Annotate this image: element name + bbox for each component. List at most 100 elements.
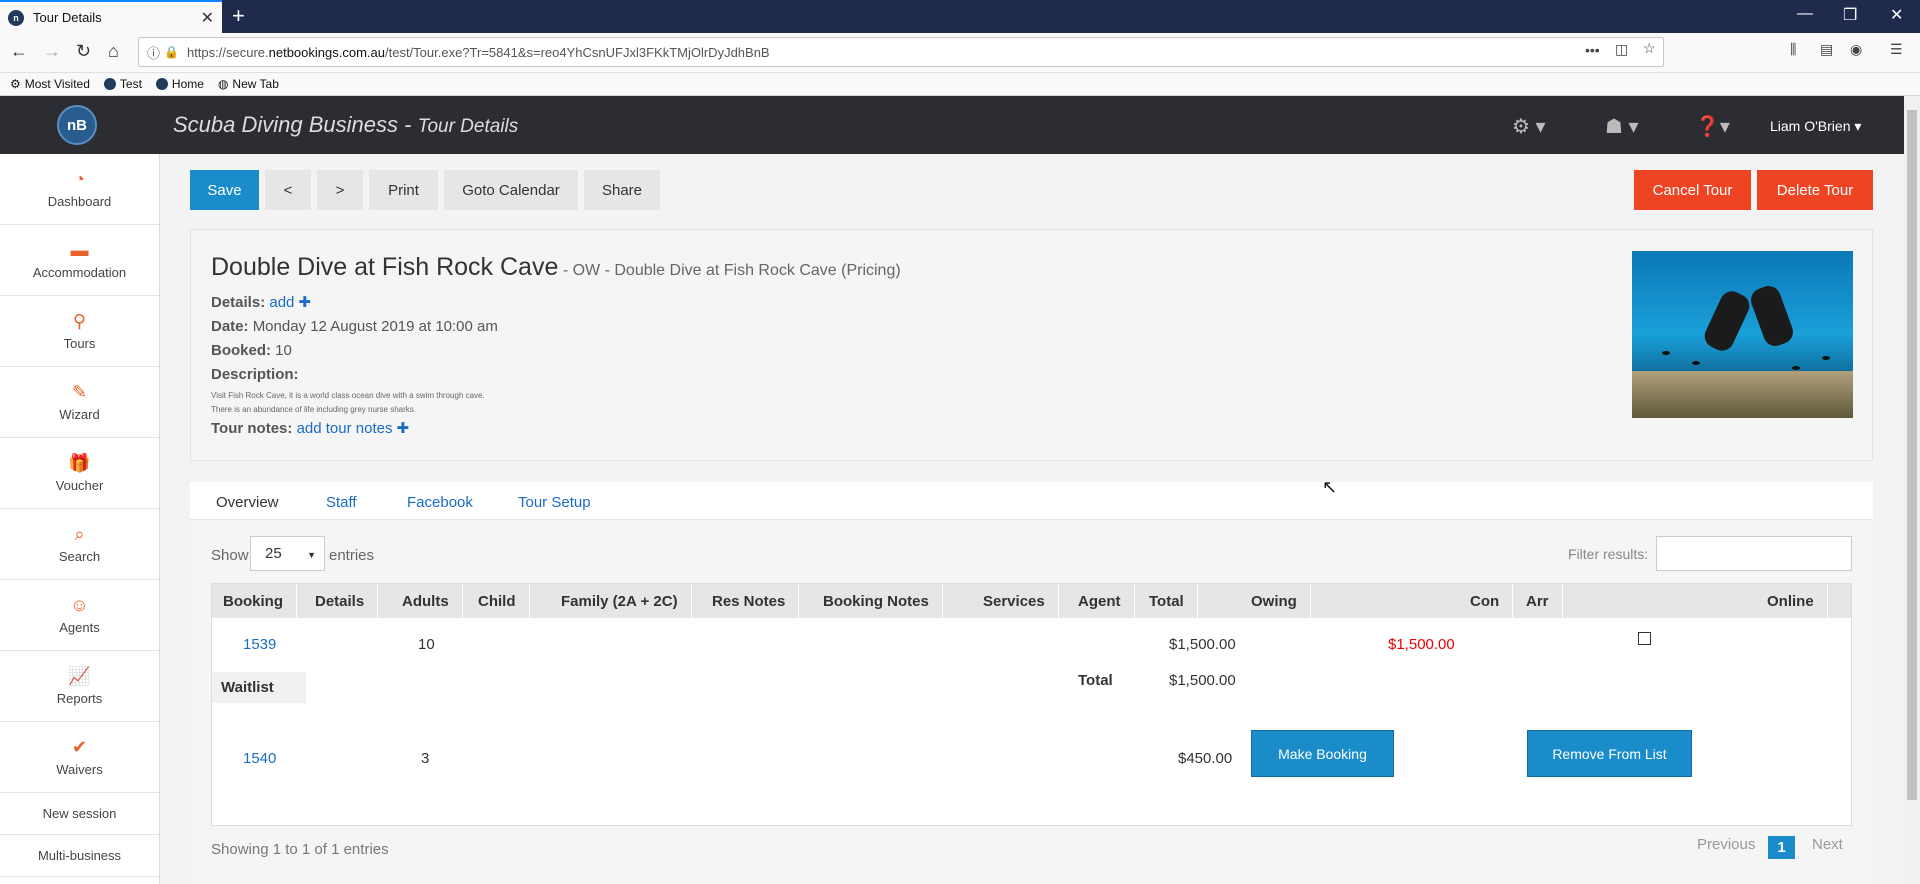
url-bar[interactable]: ⓘ 🔒 https://secure. netbookings.com.au/te… (138, 37, 1664, 67)
fish-shape (1662, 351, 1670, 355)
sidebar-item-wizard[interactable]: ✎ Wizard (0, 367, 159, 438)
col-owing[interactable]: Owing (1251, 584, 1311, 618)
bookmarks-bar: ⚙ Most Visited Test Home ◍ New Tab (0, 73, 1920, 96)
url-prefix: https://secure. (186, 44, 269, 60)
fish-shape (1822, 356, 1830, 360)
back-icon[interactable]: ← (10, 41, 28, 62)
bookmark-star-icon[interactable]: ☆ (1643, 40, 1656, 57)
sidebar-toggle-icon[interactable]: ▤ (1820, 41, 1833, 58)
next-tour-button[interactable]: > (317, 170, 363, 210)
sidebar-item-search[interactable]: ⌕ Search (0, 509, 159, 580)
previous-tour-button[interactable]: < (265, 170, 311, 210)
col-services[interactable]: Services (983, 584, 1059, 618)
favicon-icon (155, 78, 168, 90)
details-field: Details: add ✚ (211, 294, 312, 311)
favicon-icon (103, 78, 116, 90)
sidebar-item-tours[interactable]: ⚲ Tours (0, 296, 159, 367)
add-details-link[interactable]: add ✚ (269, 294, 311, 311)
home-icon[interactable]: ⌂ (108, 41, 119, 62)
sidebar-item-accommodation[interactable]: ▬ Accommodation (0, 225, 159, 296)
tour-notes-field: Tour notes: add tour notes ✚ (211, 420, 410, 437)
booking-link[interactable]: 1539 (243, 636, 276, 653)
user-menu[interactable]: Liam O'Brien ▾ (1770, 118, 1861, 135)
menu-icon[interactable]: ☰ (1890, 41, 1903, 58)
col-adults[interactable]: Adults (402, 584, 463, 618)
hanger-icon: ⚲ (72, 311, 87, 331)
filter-label: Filter results: (1568, 546, 1649, 562)
share-button[interactable]: Share (584, 170, 660, 210)
page-actions-icon[interactable]: ••• (1585, 42, 1600, 58)
remove-from-list-button[interactable]: Remove From List (1527, 730, 1692, 777)
previous-page-button[interactable]: Previous (1697, 836, 1755, 853)
col-con[interactable]: Con (1470, 584, 1514, 618)
close-window-icon[interactable]: ✕ (1890, 5, 1903, 25)
col-details[interactable]: Details (315, 584, 379, 618)
library-icon[interactable]: ⫼ (1790, 41, 1796, 58)
tab-facebook[interactable]: Facebook (407, 494, 473, 511)
waitlist-adults-value: 3 (421, 750, 430, 767)
col-arr[interactable]: Arr (1526, 584, 1562, 618)
fish-shape (1792, 366, 1800, 370)
sidebar-item-agents[interactable]: ☺ Agents (0, 580, 159, 651)
sidebar-item-reports[interactable]: 📈 Reports (0, 651, 159, 722)
bookmark-most-visited[interactable]: ⚙ Most Visited (10, 77, 90, 91)
sidebar-item-voucher[interactable]: 🎁 Voucher (0, 438, 159, 509)
info-icon[interactable]: ⓘ (147, 43, 160, 62)
waitlist-booking-link[interactable]: 1540 (243, 750, 276, 767)
help-icon[interactable]: ❓▾ (1695, 114, 1730, 139)
save-button[interactable]: Save (190, 170, 259, 210)
col-res-notes[interactable]: Res Notes (712, 584, 800, 618)
bed-icon: ▬ (70, 240, 89, 260)
tabs-bar: Overview Staff Facebook Tour Setup (190, 482, 1873, 520)
col-booking[interactable]: Booking (223, 584, 297, 618)
account-icon[interactable]: ◉ (1850, 41, 1862, 58)
next-page-button[interactable]: Next (1812, 836, 1843, 853)
page-1-button[interactable]: 1 (1768, 836, 1795, 859)
page-scrollbar[interactable] (1904, 96, 1920, 884)
forward-icon[interactable]: → (43, 41, 61, 62)
tab-close-icon[interactable]: ✕ (201, 8, 214, 28)
user-admin-icon[interactable]: ☗ ▾ (1605, 114, 1639, 139)
make-booking-button[interactable]: Make Booking (1251, 730, 1394, 777)
filter-input[interactable] (1656, 536, 1852, 571)
col-family[interactable]: Family (2A + 2C) (561, 584, 692, 618)
url-domain: netbookings.com.au (268, 44, 385, 60)
cancel-tour-button[interactable]: Cancel Tour (1634, 170, 1751, 210)
grand-total-value: $1,500.00 (1169, 672, 1236, 689)
page-size-select[interactable]: 25 ▼ (250, 536, 325, 571)
tab-overview[interactable]: Overview (216, 494, 279, 511)
scroll-thumb[interactable] (1907, 110, 1917, 800)
app-logo[interactable]: nB (57, 105, 97, 145)
settings-gear-icon[interactable]: ⚙ ▾ (1512, 114, 1546, 139)
print-button[interactable]: Print (369, 170, 438, 210)
col-booking-notes[interactable]: Booking Notes (823, 584, 943, 618)
goto-calendar-button[interactable]: Goto Calendar (444, 170, 578, 210)
tour-info-panel: Double Dive at Fish Rock Cave - OW - Dou… (190, 229, 1873, 461)
reload-icon[interactable]: ↻ (76, 41, 91, 62)
bookmark-test[interactable]: Test (103, 77, 142, 91)
browser-tab[interactable]: n Tour Details ✕ (0, 0, 222, 33)
entries-label: entries (329, 547, 375, 564)
bookmark-new-tab[interactable]: ◍ New Tab (218, 77, 279, 91)
col-agent[interactable]: Agent (1078, 584, 1134, 618)
sidebar-item-multi-business[interactable]: Multi-business (0, 835, 159, 877)
sidebar-item-waivers[interactable]: ✔ Waivers (0, 722, 159, 793)
tab-tour-setup[interactable]: Tour Setup (518, 494, 591, 511)
waitlist-total-value: $450.00 (1178, 750, 1233, 767)
col-online[interactable]: Online (1767, 584, 1828, 618)
restore-icon[interactable]: ❐ (1843, 5, 1857, 25)
new-tab-icon[interactable]: + (232, 3, 245, 29)
sidebar-item-new-session[interactable]: New session (0, 793, 159, 835)
browser-titlebar: n Tour Details ✕ + — ❐ ✕ (0, 0, 1920, 33)
bookmark-home[interactable]: Home (155, 77, 204, 91)
pocket-icon[interactable]: ◫ (1615, 41, 1628, 58)
minimize-icon[interactable]: — (1797, 5, 1813, 23)
delete-tour-button[interactable]: Delete Tour (1757, 170, 1873, 210)
tab-staff[interactable]: Staff (326, 494, 357, 511)
sidebar-item-dashboard[interactable]: ◔ Dashboard (0, 154, 159, 225)
magic-wand-icon: ✎ (71, 382, 88, 402)
arrived-checkbox[interactable] (1638, 632, 1651, 645)
add-tour-notes-link[interactable]: add tour notes ✚ (297, 420, 410, 437)
col-child[interactable]: Child (478, 584, 529, 618)
col-total[interactable]: Total (1149, 584, 1198, 618)
